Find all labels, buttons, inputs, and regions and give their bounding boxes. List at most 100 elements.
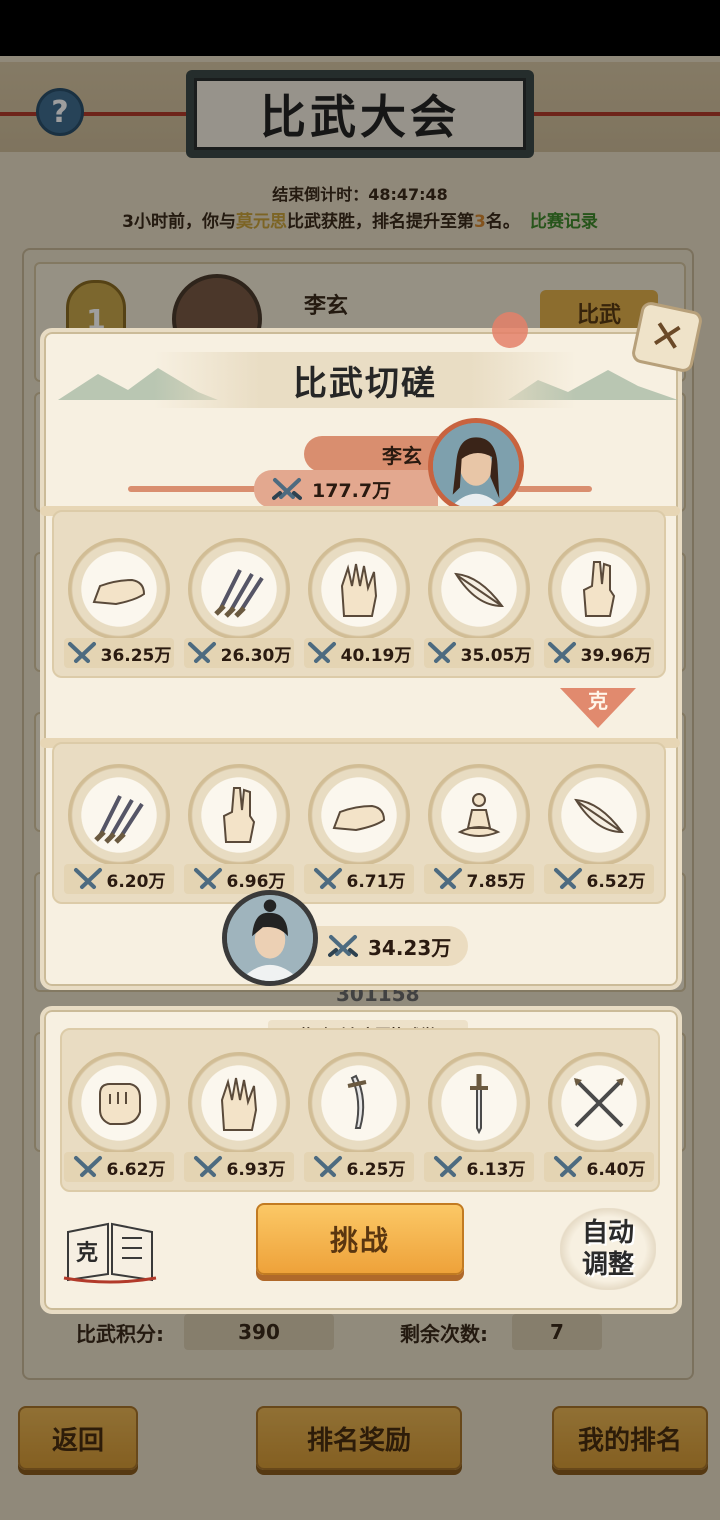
boot-icon [332, 804, 386, 832]
crossed-swords-icon [272, 477, 302, 501]
crossed-swords-icon [427, 641, 457, 665]
skill-power: 6.96万 [226, 871, 286, 892]
palm-icon [340, 563, 378, 617]
crossed-swords-icon [73, 867, 103, 891]
auto-adjust-line2: 调整 [581, 1250, 634, 1280]
crossed-spears-icon [574, 1078, 624, 1128]
battle-news: 3小时前，你与莫元思比武获胜，排名提升至第3名。 比赛记录 [0, 207, 720, 232]
news-middle: 比武获胜，排名提升至第 [287, 212, 474, 232]
skill-power: 6.62万 [106, 1159, 166, 1180]
crossed-swords-icon [553, 867, 583, 891]
dialog-title-banner: 比武切磋 [154, 352, 576, 408]
countdown-label: 结束倒计时： [272, 185, 369, 204]
player-skill-slot[interactable]: 7.85万 [424, 764, 534, 914]
opponent-skill-slot: 35.05万 [424, 538, 534, 688]
opponent-power: 177.7万 [254, 470, 438, 508]
remaining-label: 剩余次数: [400, 1322, 488, 1346]
crossed-swords-icon [433, 1155, 463, 1179]
swirl-left [128, 486, 258, 492]
skill-power: 26.30万 [220, 645, 292, 666]
skill-power: 6.71万 [346, 871, 406, 892]
skill-power: 7.85万 [466, 871, 526, 892]
player-power: 34.23万 [300, 926, 468, 966]
finger-icon [582, 561, 616, 617]
back-button[interactable]: 返回 [18, 1406, 138, 1470]
countdown: 结束倒计时：48:47:48 [0, 181, 720, 205]
sun-icon [492, 312, 528, 348]
player-power-value: 34.23万 [368, 935, 452, 960]
swirl-right [516, 486, 592, 492]
page-title: 比武大会 [194, 78, 526, 150]
ranking-rewards-button[interactable]: 排名奖励 [256, 1406, 462, 1470]
skill-power: 39.96万 [580, 645, 652, 666]
opponent-skill-slot: 39.96万 [544, 538, 654, 688]
player-skill-slot[interactable]: 6.20万 [64, 764, 174, 914]
skill-power: 6.40万 [586, 1159, 646, 1180]
bench-skill-slot[interactable]: 6.13万 [424, 1052, 534, 1202]
opponent-avatar [428, 418, 524, 514]
daggers-icon [214, 569, 264, 618]
skill-power: 36.25万 [100, 645, 172, 666]
opponent-skill-slot: 36.25万 [64, 538, 174, 688]
opponent-skill-slot: 26.30万 [184, 538, 294, 688]
score-value: 390 [184, 1314, 334, 1350]
daggers-icon [94, 795, 144, 844]
feather-icon [574, 798, 624, 834]
record-link[interactable]: 比赛记录 [530, 212, 598, 232]
bench-skill-slot[interactable]: 6.62万 [64, 1052, 174, 1202]
crossed-swords-icon [433, 867, 463, 891]
skill-power: 6.52万 [586, 871, 646, 892]
auto-adjust-line1: 自动 [581, 1218, 634, 1248]
countdown-value: 48:47:48 [368, 185, 448, 204]
close-icon[interactable]: ✕ [630, 300, 704, 374]
meditation-icon [457, 793, 501, 837]
skill-power: 40.19万 [340, 645, 412, 666]
crossed-swords-icon [67, 641, 97, 665]
skill-power: 6.93万 [226, 1159, 286, 1180]
status-bar [0, 0, 720, 56]
crossed-swords-icon [73, 1155, 103, 1179]
player-avatar [222, 890, 318, 986]
skill-power: 6.20万 [106, 871, 166, 892]
book-label: 克 [76, 1240, 98, 1266]
fist-icon [99, 1083, 141, 1125]
saber-icon [347, 1074, 367, 1129]
opponent-name: 李玄 [304, 436, 438, 472]
challenge-button[interactable]: 挑战 [256, 1203, 464, 1275]
skill-power: 35.05万 [460, 645, 532, 666]
stats-bar: 比武积分: 390 剩余次数: 7 [28, 1306, 692, 1362]
skill-power: 6.13万 [466, 1159, 526, 1180]
player-skill-slot[interactable]: 6.71万 [304, 764, 414, 914]
dialog-title: 比武切磋 [293, 363, 437, 404]
crossed-swords-icon [553, 1155, 583, 1179]
crossed-swords-icon [313, 1155, 343, 1179]
auto-adjust-button[interactable]: 自动 调整 [560, 1208, 656, 1290]
news-rank: 3 [474, 212, 486, 232]
crossed-swords-icon [547, 641, 577, 665]
rope-left [0, 112, 190, 116]
finger-icon [222, 787, 256, 843]
crossed-swords-icon [313, 867, 343, 891]
palm-icon [220, 1077, 258, 1131]
ranking-name: 李玄 [304, 294, 349, 319]
opponent-skill-slot: 40.19万 [304, 538, 414, 688]
boot-icon [92, 578, 146, 606]
news-suffix: 名。 [485, 212, 520, 232]
page-title-plate: 比武大会 [186, 70, 534, 158]
news-prefix: 3小时前，你与 [122, 212, 236, 232]
crossed-swords-icon [328, 934, 358, 958]
remaining-value: 7 [512, 1314, 602, 1350]
crossed-swords-icon [193, 1155, 223, 1179]
bench-skill-slot[interactable]: 6.93万 [184, 1052, 294, 1202]
bench-skill-slot[interactable]: 6.25万 [304, 1052, 414, 1202]
my-ranking-button[interactable]: 我的排名 [552, 1406, 708, 1470]
counter-book-icon[interactable]: 克 [62, 1214, 158, 1284]
bench-skill-slot[interactable]: 6.40万 [544, 1052, 654, 1202]
crossed-swords-icon [187, 641, 217, 665]
player-skill-slot[interactable]: 6.52万 [544, 764, 654, 914]
crossed-swords-icon [307, 641, 337, 665]
sword-icon [470, 1074, 488, 1135]
opponent-power-value: 177.7万 [312, 479, 392, 502]
help-icon[interactable]: ? [36, 88, 84, 136]
rope-right [530, 112, 720, 116]
